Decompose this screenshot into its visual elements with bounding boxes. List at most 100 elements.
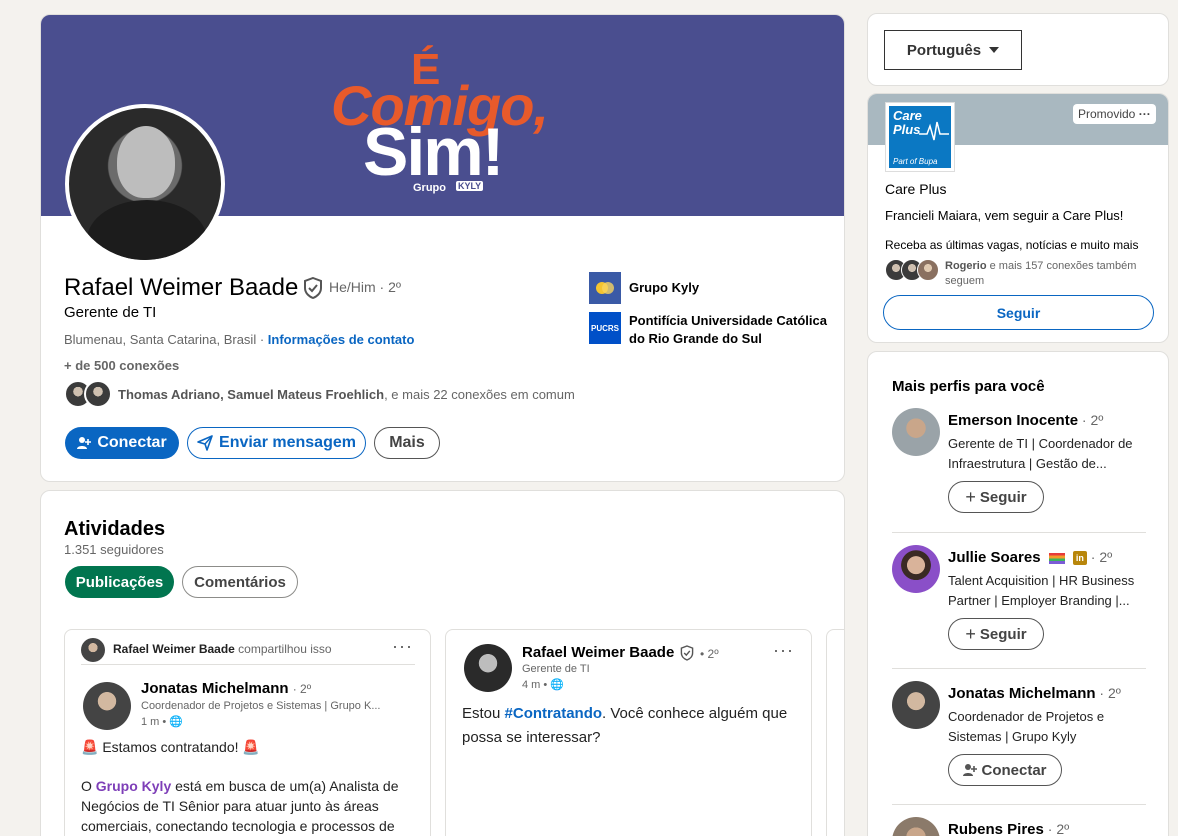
- profile-photo[interactable]: [65, 104, 225, 264]
- more-button[interactable]: Mais: [374, 427, 440, 459]
- ad-follow-button[interactable]: Seguir: [883, 295, 1154, 330]
- post-time-line: 1 m • 🌐: [141, 715, 183, 728]
- rainbow-flag-icon: [1048, 552, 1065, 564]
- send-message-label: Enviar mensagem: [219, 434, 356, 451]
- add-person-icon: [77, 437, 92, 449]
- person-name-line[interactable]: Jonatas Michelmann · 2º: [948, 685, 1121, 702]
- post-options-icon[interactable]: ···: [392, 636, 413, 657]
- activity-card: Atividades 1.351 seguidores Publicações …: [40, 490, 845, 836]
- post-options-icon[interactable]: ···: [773, 640, 794, 661]
- mutual-connections[interactable]: Thomas Adriano, Samuel Mateus Froehlich,…: [64, 380, 575, 408]
- ad-subtitle: Receba as últimas vagas, notícias e muit…: [885, 238, 1139, 252]
- follow-button[interactable]: + Seguir: [948, 481, 1044, 513]
- person-avatar[interactable]: [892, 817, 940, 836]
- plus-icon: +: [965, 486, 976, 507]
- post-author-avatar[interactable]: [83, 682, 131, 730]
- tab-comments[interactable]: Comentários: [182, 566, 298, 598]
- ad-social-proof: Rogerio e mais 157 conexões também segue…: [885, 259, 1165, 289]
- tab-comments-label: Comentários: [194, 573, 286, 591]
- person-degree: · 2º: [1086, 549, 1113, 565]
- post-divider: [81, 664, 415, 665]
- ad-message: Francieli Maiara, vem seguir a Care Plus…: [885, 208, 1124, 223]
- person-avatar[interactable]: [892, 545, 940, 593]
- reshared-label: compartilhou isso: [234, 642, 332, 656]
- org-name: Pontifícia Universidade Católica do Rio …: [629, 313, 827, 346]
- promoted-badge[interactable]: Promovido ···: [1073, 104, 1156, 124]
- more-profiles-title: Mais perfis para você: [892, 378, 1045, 395]
- globe-icon: 🌐: [169, 716, 184, 728]
- post-author-headline: Coordenador de Projetos e Sistemas | Gru…: [141, 700, 381, 712]
- more-options-icon[interactable]: ···: [1139, 107, 1151, 121]
- post-author-line[interactable]: Rafael Weimer Baade: [522, 644, 674, 661]
- person-degree: · 2º: [1095, 685, 1121, 701]
- org-pucrs[interactable]: PUCRS Pontifícia Universidade Católica d…: [589, 312, 829, 348]
- contact-info-link[interactable]: Informações de contato: [268, 332, 415, 347]
- language-value: Português: [906, 41, 982, 59]
- grupo-kyly-logo: [589, 272, 621, 304]
- person-name: Rubens Pires: [948, 821, 1044, 836]
- post-card[interactable]: Rafael Weimer Baade • 2º ··· Gerente de …: [445, 629, 812, 836]
- verified-shield-icon[interactable]: [303, 277, 323, 299]
- person-name-line[interactable]: Jullie Soares in · 2º: [948, 549, 1112, 566]
- tab-posts-label: Publicações: [75, 573, 164, 591]
- reshared-by-name: Rafael Weimer Baade: [113, 642, 235, 656]
- tab-posts[interactable]: Publicações: [65, 566, 174, 598]
- connect-button[interactable]: Conectar: [948, 754, 1062, 786]
- add-person-icon: [963, 764, 978, 776]
- follow-label: Seguir: [979, 625, 1027, 643]
- post-body-pre: Estou: [462, 705, 505, 722]
- profile-suggestion[interactable]: Rubens Pires · 2º: [892, 817, 1146, 836]
- person-headline: Coordenador de Projetos e Sistemas | Gru…: [948, 709, 1105, 744]
- connections-count[interactable]: + de 500 conexões: [64, 358, 179, 373]
- post-headline-line: 🚨 Estamos contratando! 🚨: [81, 735, 411, 759]
- siren-icon: 🚨: [81, 739, 99, 755]
- post-card[interactable]: [826, 629, 844, 836]
- reshared-by-avatar: [81, 638, 105, 662]
- ad-social-text: Rogerio e mais 157 conexões também segue…: [945, 259, 1165, 289]
- org-grupo-kyly[interactable]: Grupo Kyly: [589, 272, 699, 304]
- follower-avatar: [917, 259, 939, 281]
- send-message-button[interactable]: Enviar mensagem: [187, 427, 366, 459]
- person-degree: · 2º: [1043, 821, 1070, 836]
- post-author-line[interactable]: Jonatas Michelmann · 2º: [141, 680, 311, 697]
- post-author-avatar[interactable]: [464, 644, 512, 692]
- person-avatar[interactable]: [892, 408, 940, 456]
- profile-headline: Gerente de TI: [64, 304, 157, 321]
- person-degree: · 2º: [1078, 412, 1104, 428]
- person-name-line[interactable]: Rubens Pires · 2º: [948, 821, 1069, 836]
- person-name-line[interactable]: Emerson Inocente · 2º: [948, 412, 1103, 429]
- logo-line-1: Care: [893, 108, 922, 123]
- company-mention-link[interactable]: Grupo Kyly: [96, 778, 171, 794]
- promoted-label: Promovido: [1078, 107, 1136, 121]
- post-author-headline: Gerente de TI: [522, 663, 590, 675]
- post-body: O Grupo Kyly está em busca de um(a) Anal…: [81, 776, 411, 836]
- verified-shield-icon: [680, 645, 694, 661]
- person-headline: Talent Acquisition | HR Business Partner…: [948, 573, 1135, 608]
- profile-suggestion[interactable]: Jonatas Michelmann · 2º Coordenador de P…: [892, 681, 1146, 791]
- person-headline: Gerente de TI | Coordenador de Infraestr…: [948, 436, 1133, 471]
- profile-location: Blumenau, Santa Catarina, Brasil ·: [64, 332, 268, 347]
- activity-title: Atividades: [64, 518, 166, 540]
- post-card[interactable]: Rafael Weimer Baade compartilhou isso ··…: [64, 629, 431, 836]
- follow-label: Seguir: [979, 488, 1027, 506]
- pronouns-degree: He/Him · 2º: [329, 279, 402, 295]
- ad-company-name[interactable]: Care Plus: [885, 181, 946, 197]
- mutual-connections-text: Thomas Adriano, Samuel Mateus Froehlich,…: [118, 387, 575, 402]
- post-time: 4 m •: [522, 679, 551, 691]
- profile-name: Rafael Weimer Baade: [64, 274, 299, 301]
- care-plus-logo[interactable]: Care Plus Part of Bupa: [885, 102, 955, 172]
- connect-button[interactable]: Conectar: [65, 427, 179, 459]
- divider: [892, 532, 1146, 533]
- follow-button[interactable]: + Seguir: [948, 618, 1044, 650]
- pucrs-logo: PUCRS: [589, 312, 621, 344]
- banner-brand-group: Grupo: [413, 182, 446, 194]
- hashtag-link[interactable]: #Contratando: [505, 705, 603, 722]
- language-select[interactable]: Português: [884, 30, 1022, 70]
- banner-text-sim: Sim!: [363, 114, 504, 190]
- post-author-name: Rafael Weimer Baade: [522, 644, 675, 661]
- person-avatar[interactable]: [892, 681, 940, 729]
- profile-suggestion[interactable]: Emerson Inocente · 2º Gerente de TI | Co…: [892, 408, 1146, 518]
- profile-suggestion[interactable]: Jullie Soares in · 2º Talent Acquisition…: [892, 545, 1146, 655]
- person-name: Jonatas Michelmann: [948, 685, 1096, 702]
- mutual-names: Thomas Adriano, Samuel Mateus Froehlich: [118, 386, 385, 402]
